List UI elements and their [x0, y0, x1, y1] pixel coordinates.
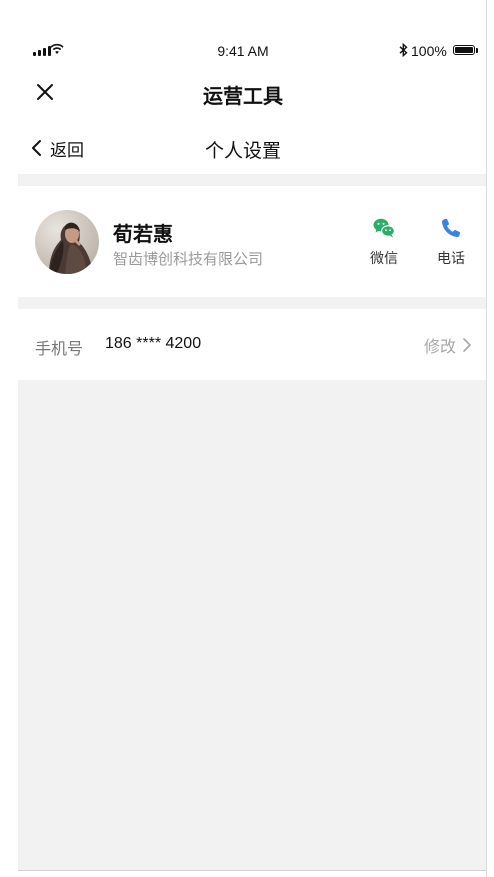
empty-content-area	[18, 380, 486, 870]
section-divider	[18, 297, 486, 309]
bluetooth-icon	[399, 42, 408, 60]
profile-card: 荀若惠 智齿博创科技有限公司 微信 电话	[18, 186, 486, 297]
battery-percent: 100%	[411, 43, 447, 59]
chevron-right-icon	[463, 338, 471, 352]
screen-edge	[486, 0, 487, 877]
modify-phone-button[interactable]: 修改	[424, 333, 472, 357]
phone-icon	[441, 218, 460, 238]
screen-bottom-edge	[18, 870, 486, 871]
section-divider	[18, 174, 486, 186]
close-button[interactable]	[33, 80, 57, 104]
wechat-button[interactable]: 微信	[360, 216, 408, 268]
wechat-icon	[373, 218, 396, 238]
phone-number-row: 手机号 186 **** 4200 修改	[18, 309, 486, 380]
battery-icon	[453, 45, 475, 55]
phone-number-label: 手机号	[35, 341, 84, 358]
chevron-left-icon	[32, 140, 41, 156]
call-button[interactable]: 电话	[427, 216, 475, 268]
status-bar: 9:41 AM 100%	[0, 40, 486, 64]
back-label: 返回	[50, 140, 84, 160]
company-name: 智齿博创科技有限公司	[113, 251, 264, 268]
battery-cap	[476, 48, 478, 53]
avatar	[35, 210, 99, 274]
back-button[interactable]: 返回	[30, 136, 84, 160]
user-name: 荀若惠	[113, 224, 173, 246]
modify-label: 修改	[423, 339, 456, 356]
app-title: 运营工具	[203, 86, 283, 108]
settings-screen: 9:41 AM 100% 运营工具 返回 个人设置 荀若惠 智齿博创科技有限公司…	[0, 0, 486, 877]
sub-navigation: 返回 个人设置	[0, 128, 486, 168]
app-header: 运营工具	[0, 72, 486, 112]
wechat-label: 微信	[370, 250, 398, 266]
close-icon	[37, 84, 53, 100]
phone-number-value: 186 **** 4200	[105, 335, 202, 352]
phone-label: 电话	[437, 250, 465, 266]
